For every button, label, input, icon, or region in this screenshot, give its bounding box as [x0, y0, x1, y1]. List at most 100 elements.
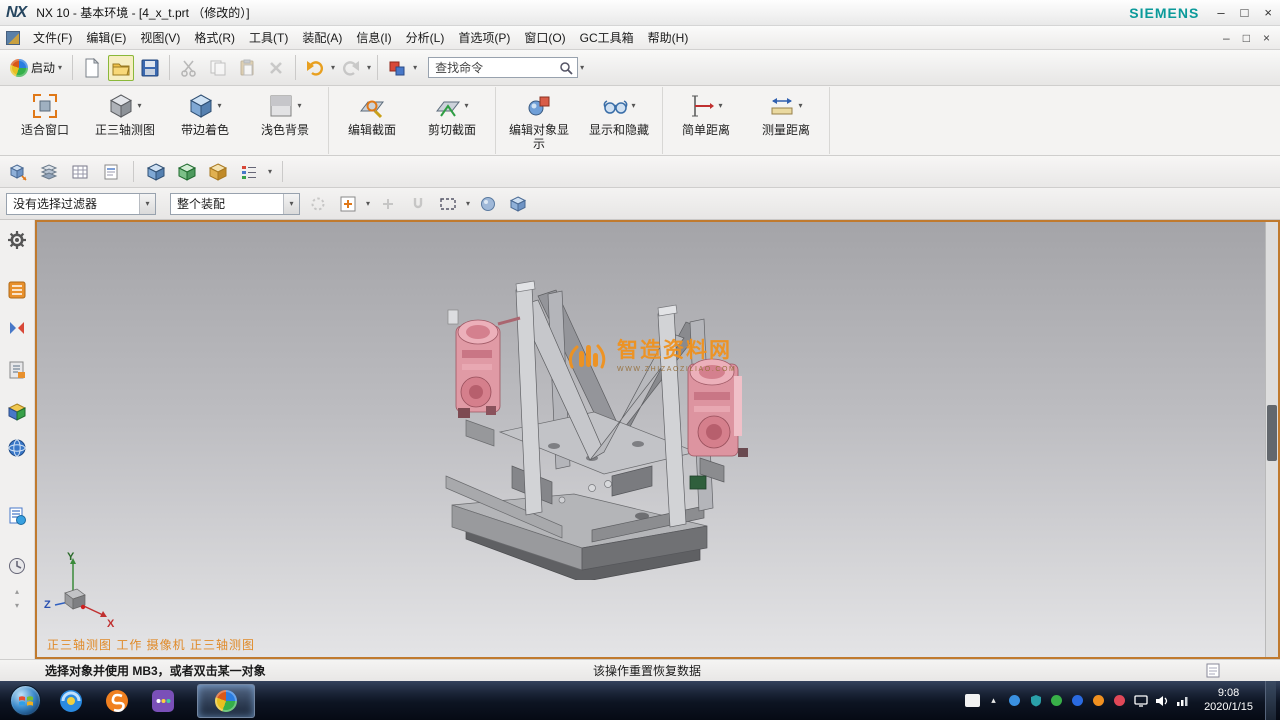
network-icon[interactable] — [1175, 693, 1190, 708]
menu-format[interactable]: 格式(R) — [187, 26, 242, 49]
assembly-navigator-button[interactable] — [5, 278, 29, 302]
close-button[interactable]: × — [1264, 5, 1272, 20]
delete-button[interactable] — [263, 55, 289, 81]
ribbon-clip-section[interactable]: ▾ 剪切截面 — [412, 87, 492, 138]
point-button[interactable] — [376, 192, 400, 216]
exploded-view-button[interactable] — [6, 160, 30, 184]
caret-icon[interactable]: ▾ — [137, 102, 141, 110]
taskbar-browser-orange[interactable] — [101, 685, 133, 717]
constraint-navigator-button[interactable] — [5, 316, 29, 340]
move-component-button[interactable] — [175, 160, 199, 184]
caret-icon[interactable]: ▾ — [718, 102, 722, 110]
ribbon-measure-distance[interactable]: ▾ 测量距离 — [746, 87, 826, 138]
caret-icon[interactable]: ▾ — [464, 102, 468, 110]
volume-icon[interactable] — [1154, 693, 1169, 708]
menu-information[interactable]: 信息(I) — [349, 26, 398, 49]
menu-gc-toolbox[interactable]: GC工具箱 — [573, 26, 641, 49]
ribbon-light-background[interactable]: ▾ 浅色背景 — [245, 87, 325, 138]
taskbar-browser-blue[interactable] — [55, 685, 87, 717]
sidebar-scroll-down[interactable]: ▾ — [15, 602, 19, 610]
start-menu-button[interactable]: 启动 ▾ — [6, 55, 66, 81]
history-palette-button[interactable] — [5, 504, 29, 528]
roles-gear-button[interactable] — [5, 228, 29, 252]
orientation-triad[interactable]: Y X Z — [43, 549, 127, 633]
touch-mode-dropdown[interactable]: ▾ — [413, 64, 417, 72]
taskbar-app-purple[interactable] — [147, 685, 179, 717]
mdi-minimize-button[interactable]: – — [1223, 31, 1230, 45]
snap-point-dropdown[interactable]: ▾ — [366, 200, 370, 208]
search-dropdown[interactable]: ▾ — [580, 64, 584, 72]
undo-dropdown[interactable]: ▾ — [331, 64, 335, 72]
type-filter-combo[interactable]: 没有选择过滤器 ▾ — [6, 193, 156, 215]
menu-tools[interactable]: 工具(T) — [242, 26, 295, 49]
caret-icon[interactable]: ▾ — [798, 102, 802, 110]
search-input[interactable] — [435, 61, 555, 75]
sidebar-scroll-up[interactable]: ▴ — [15, 588, 19, 596]
menu-window[interactable]: 窗口(O) — [517, 26, 572, 49]
status-page-icon[interactable] — [1206, 663, 1220, 681]
snap-point-button[interactable] — [306, 192, 330, 216]
highlight-sphere-button[interactable] — [476, 192, 500, 216]
antivirus-icon[interactable] — [1049, 693, 1064, 708]
show-desktop-button[interactable] — [1265, 681, 1276, 720]
maximize-button[interactable]: □ — [1241, 5, 1249, 20]
sequence-button[interactable] — [37, 160, 61, 184]
add-component-button[interactable] — [144, 160, 168, 184]
save-button[interactable] — [137, 55, 163, 81]
arrangements-dropdown[interactable]: ▾ — [268, 168, 272, 176]
caret-icon[interactable]: ▾ — [297, 102, 301, 110]
mdi-close-button[interactable]: × — [1263, 31, 1270, 45]
menu-assemblies[interactable]: 装配(A) — [295, 26, 349, 49]
help-icon[interactable] — [1007, 693, 1022, 708]
start-button[interactable] — [10, 685, 41, 716]
vertical-scrollbar[interactable] — [1265, 222, 1278, 657]
cloud-icon[interactable] — [1091, 693, 1106, 708]
highlight-cube-button[interactable] — [506, 192, 530, 216]
touch-mode-button[interactable] — [384, 55, 410, 81]
web-browser-button[interactable] — [5, 436, 29, 460]
arrangements-button[interactable] — [237, 160, 261, 184]
ribbon-show-hide[interactable]: ▾ 显示和隐藏 — [579, 87, 659, 138]
ribbon-edit-object-display[interactable]: 编辑对象显示 — [499, 87, 579, 152]
ime-icon[interactable] — [965, 693, 980, 708]
paste-button[interactable] — [234, 55, 260, 81]
display-icon[interactable] — [1133, 693, 1148, 708]
magnet-button[interactable] — [406, 192, 430, 216]
copy-button[interactable] — [205, 55, 231, 81]
grid-button[interactable] — [68, 160, 92, 184]
caret-icon[interactable]: ▾ — [631, 102, 635, 110]
menu-analysis[interactable]: 分析(L) — [399, 26, 452, 49]
ribbon-fit-window[interactable]: 适合窗口 — [5, 87, 85, 138]
model-3d[interactable] — [442, 280, 782, 580]
new-file-button[interactable] — [79, 55, 105, 81]
selection-scope-combo[interactable]: 整个装配 ▾ — [170, 193, 300, 215]
graphics-window[interactable]: 智造资料网 WWW.ZHIZAOZILIAO.COM Y X Z 正三轴测图 工 — [35, 220, 1280, 659]
mdi-restore-button[interactable]: □ — [1243, 31, 1250, 45]
marquee-select-dropdown[interactable]: ▾ — [466, 200, 470, 208]
ribbon-isometric-view[interactable]: ▾ 正三轴测图 — [85, 87, 165, 138]
reuse-library-button[interactable] — [5, 400, 29, 424]
menu-edit[interactable]: 编辑(E) — [79, 26, 133, 49]
part-navigator-button[interactable] — [5, 358, 29, 382]
hidden-icons-chevron[interactable]: ▴ — [986, 693, 1001, 708]
marquee-select-button[interactable] — [436, 192, 460, 216]
undo-button[interactable] — [302, 55, 328, 81]
redo-dropdown[interactable]: ▾ — [367, 64, 371, 72]
sync-icon[interactable] — [1112, 693, 1127, 708]
ribbon-shaded-with-edges[interactable]: ▾ 带边着色 — [165, 87, 245, 138]
shield-icon[interactable] — [1028, 693, 1043, 708]
snap-point-box-button[interactable] — [336, 192, 360, 216]
open-file-button[interactable] — [108, 55, 134, 81]
menu-help[interactable]: 帮助(H) — [641, 26, 696, 49]
menu-file[interactable]: 文件(F) — [26, 26, 79, 49]
redo-button[interactable] — [338, 55, 364, 81]
selection-scope-dropdown[interactable]: ▾ — [283, 194, 299, 214]
scrollbar-thumb[interactable] — [1267, 405, 1277, 462]
report-button[interactable] — [99, 160, 123, 184]
caret-icon[interactable]: ▾ — [217, 102, 221, 110]
ribbon-edit-section[interactable]: 编辑截面 — [332, 87, 412, 138]
taskbar-nx-active[interactable] — [197, 684, 255, 718]
ribbon-simple-distance[interactable]: ▾ 简单距离 — [666, 87, 746, 138]
minimize-button[interactable]: – — [1217, 5, 1224, 20]
menu-view[interactable]: 视图(V) — [133, 26, 187, 49]
